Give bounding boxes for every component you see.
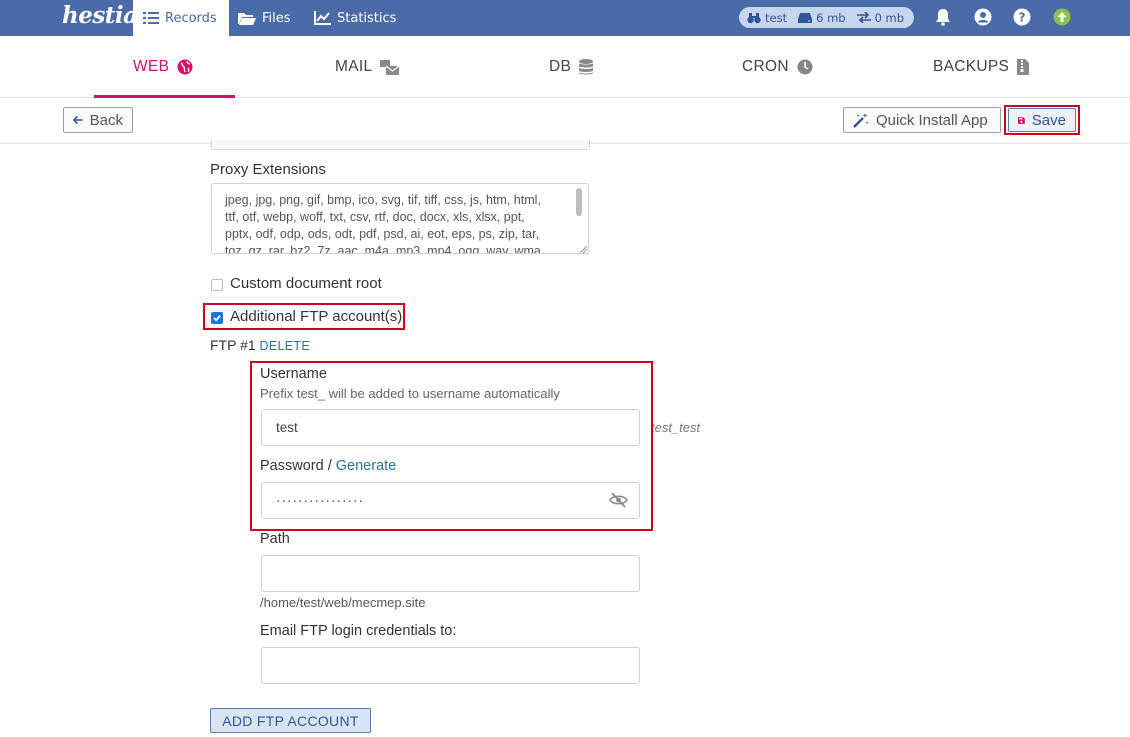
update-available-icon[interactable] [1053, 8, 1071, 26]
back-label: Back [89, 111, 123, 129]
textarea-scrollbar[interactable] [576, 188, 582, 216]
hard-drive-icon [798, 13, 813, 23]
ftp-delete-link[interactable]: DELETE [260, 339, 310, 353]
username-preview: test_test [651, 420, 701, 435]
section-tabs: WEB MAIL DB CRON BACKUPS [0, 36, 1130, 98]
nav-files[interactable]: Files [238, 0, 291, 36]
user-circle-icon[interactable] [974, 8, 992, 26]
tab-db-label: DB [549, 58, 572, 75]
custom-docroot-label: Custom document root [230, 275, 382, 292]
custom-docroot-checkbox[interactable] [211, 279, 223, 291]
previous-field-edge [211, 140, 590, 150]
tab-backups[interactable]: BACKUPS [933, 36, 1030, 98]
binoculars-icon [747, 12, 761, 23]
proxy-extensions-line: ttf, otf, webp, woff, txt, csv, rtf, doc… [225, 210, 525, 224]
proxy-extensions-line: tgz, gz, rar, bz2, 7z, aac, m4a, mp3, mp… [225, 244, 545, 254]
help-icon[interactable]: ? [1013, 8, 1031, 26]
tab-mail[interactable]: MAIL [335, 36, 400, 98]
ftp-account-title: FTP #1 DELETE [210, 337, 310, 353]
mail-bulk-icon [380, 59, 400, 75]
proxy-extensions-line: pptx, odf, odp, ods, odt, pdf, psd, ai, … [225, 227, 540, 241]
proxy-extensions-label: Proxy Extensions [210, 161, 326, 178]
ftp-account-number: FTP #1 [210, 337, 256, 353]
quick-install-button[interactable]: Quick Install App [843, 107, 1001, 133]
list-icon [143, 12, 159, 24]
path-label: Path [260, 531, 290, 547]
additional-ftp-highlight [203, 303, 405, 330]
action-toolbar: Back Quick Install App Save [0, 99, 1130, 144]
nav-records[interactable]: Records [133, 0, 229, 36]
globe-icon [177, 59, 193, 75]
folder-open-icon [238, 13, 256, 25]
path-hint: /home/test/web/mecmep.site [260, 595, 426, 610]
email-credentials-label: Email FTP login credentials to: [260, 623, 457, 639]
quick-install-label: Quick Install App [876, 111, 988, 129]
resize-handle-icon[interactable] [580, 246, 587, 253]
clock-icon [797, 59, 813, 75]
back-button[interactable]: Back [63, 107, 133, 133]
bell-icon[interactable] [934, 8, 952, 26]
tab-mail-label: MAIL [335, 58, 373, 75]
ftp-credentials-highlight [250, 361, 653, 531]
usage-bandwidth: 0 mb [874, 10, 905, 25]
email-credentials-input[interactable] [261, 647, 640, 684]
exchange-icon [856, 12, 871, 23]
nav-files-label: Files [262, 10, 291, 26]
svg-text:?: ? [1019, 11, 1026, 25]
tab-web[interactable]: WEB [133, 36, 193, 98]
tab-web-label: WEB [133, 58, 170, 75]
nav-statistics-label: Statistics [337, 10, 397, 26]
nav-statistics[interactable]: Statistics [314, 0, 396, 36]
proxy-extensions-textarea[interactable]: jpeg, jpg, png, gif, bmp, ico, svg, tif,… [211, 183, 589, 254]
tab-cron-label: CRON [742, 58, 789, 75]
tab-backups-label: BACKUPS [933, 58, 1010, 75]
active-tab-indicator [94, 95, 235, 98]
save-highlight [1004, 105, 1080, 135]
hestia-logo[interactable]: hestia [62, 2, 138, 29]
nav-records-label: Records [165, 10, 217, 26]
top-bar: hestia Records Files Statistics test 6 m… [0, 0, 1130, 36]
path-input[interactable] [261, 555, 640, 592]
usage-disk: 6 mb [816, 10, 846, 25]
chart-line-icon [314, 11, 331, 25]
arrow-left-icon [73, 115, 83, 125]
file-archive-icon [1017, 59, 1030, 75]
magic-wand-icon [853, 112, 869, 128]
add-ftp-account-button[interactable]: ADD FTP ACCOUNT [210, 708, 371, 733]
tab-cron[interactable]: CRON [742, 36, 813, 98]
tab-db[interactable]: DB [549, 36, 594, 98]
usage-summary[interactable]: test 6 mb 0 mb [739, 7, 914, 28]
proxy-extensions-line: jpeg, jpg, png, gif, bmp, ico, svg, tif,… [225, 193, 541, 207]
database-icon [579, 59, 594, 75]
usage-user: test [765, 10, 788, 25]
